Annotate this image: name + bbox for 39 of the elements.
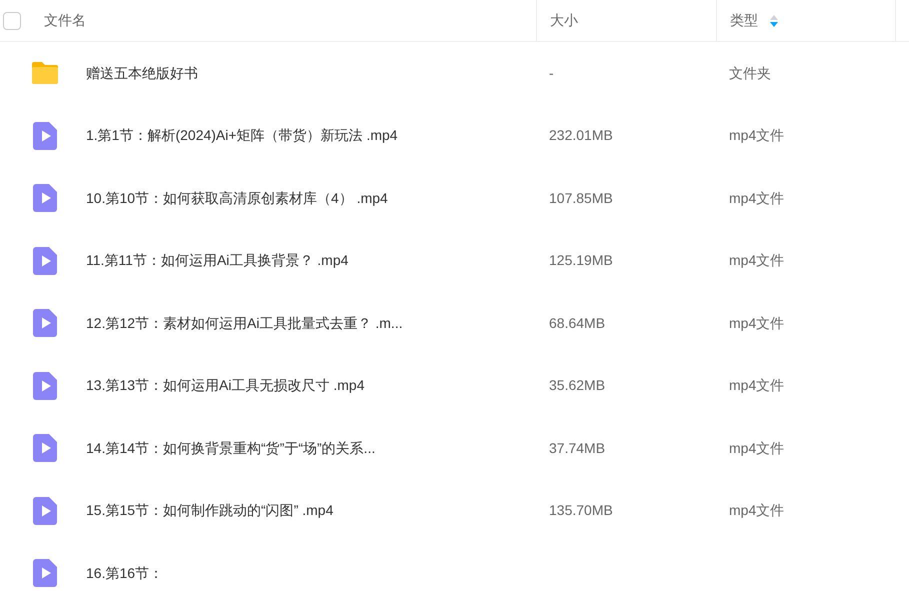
file-size: - [549,64,554,81]
file-size: 107.85MB [549,190,613,206]
video-file-icon [33,496,57,525]
video-file-icon [33,309,57,338]
file-size: 68.64MB [549,314,606,331]
file-name[interactable]: 16.第16节： [86,562,164,584]
file-name[interactable]: 赠送五本绝版好书 [86,62,198,84]
file-size: 135.70MB [549,502,613,518]
file-name[interactable]: 11.第11节：如何运用Ai工具换背景？ .mp4 [86,250,348,272]
folder-icon [30,60,60,86]
video-file-icon [33,246,57,275]
file-name[interactable]: 12.第12节：素材如何运用Ai工具批量式去重？ .m... [86,312,403,334]
file-name[interactable]: 14.第14节：如何换背景重构“货”于“场”的关系... [86,438,376,459]
file-name[interactable]: 10.第10节：如何获取高清原创素材库（4） .mp4 [86,188,388,209]
video-file-icon [33,184,57,212]
file-size: 37.74MB [549,440,606,456]
select-all-checkbox[interactable] [3,12,21,30]
sort-icon[interactable] [770,14,778,26]
video-file-icon [33,372,57,400]
file-name[interactable]: 1.第1节：解析(2024)Ai+矩阵（带货）新玩法 .mp4 [86,125,398,146]
file-type: mp4文件 [729,377,784,394]
file-size: 232.01MB [549,127,613,144]
file-type: mp4文件 [729,252,784,268]
video-file-icon [33,122,57,150]
column-header[interactable]: 文件名 [44,10,86,31]
file-type: mp4文件 [729,502,784,518]
video-file-icon [33,559,57,588]
file-type: mp4文件 [729,190,784,206]
column-header[interactable]: 大小 [550,10,578,31]
file-name[interactable]: 13.第13节：如何运用Ai工具无损改尺寸 .mp4 [86,375,364,396]
file-size: 125.19MB [549,252,613,268]
file-name[interactable]: 15.第15节：如何制作跳动的“闪图” .mp4 [86,500,334,522]
video-file-icon [33,434,57,462]
file-size: 35.62MB [549,377,606,394]
file-type: mp4文件 [729,314,784,331]
file-type: 文件夹 [729,64,771,81]
column-header[interactable]: 类型 [730,10,758,31]
file-type: mp4文件 [729,440,784,456]
file-type: mp4文件 [729,127,784,144]
